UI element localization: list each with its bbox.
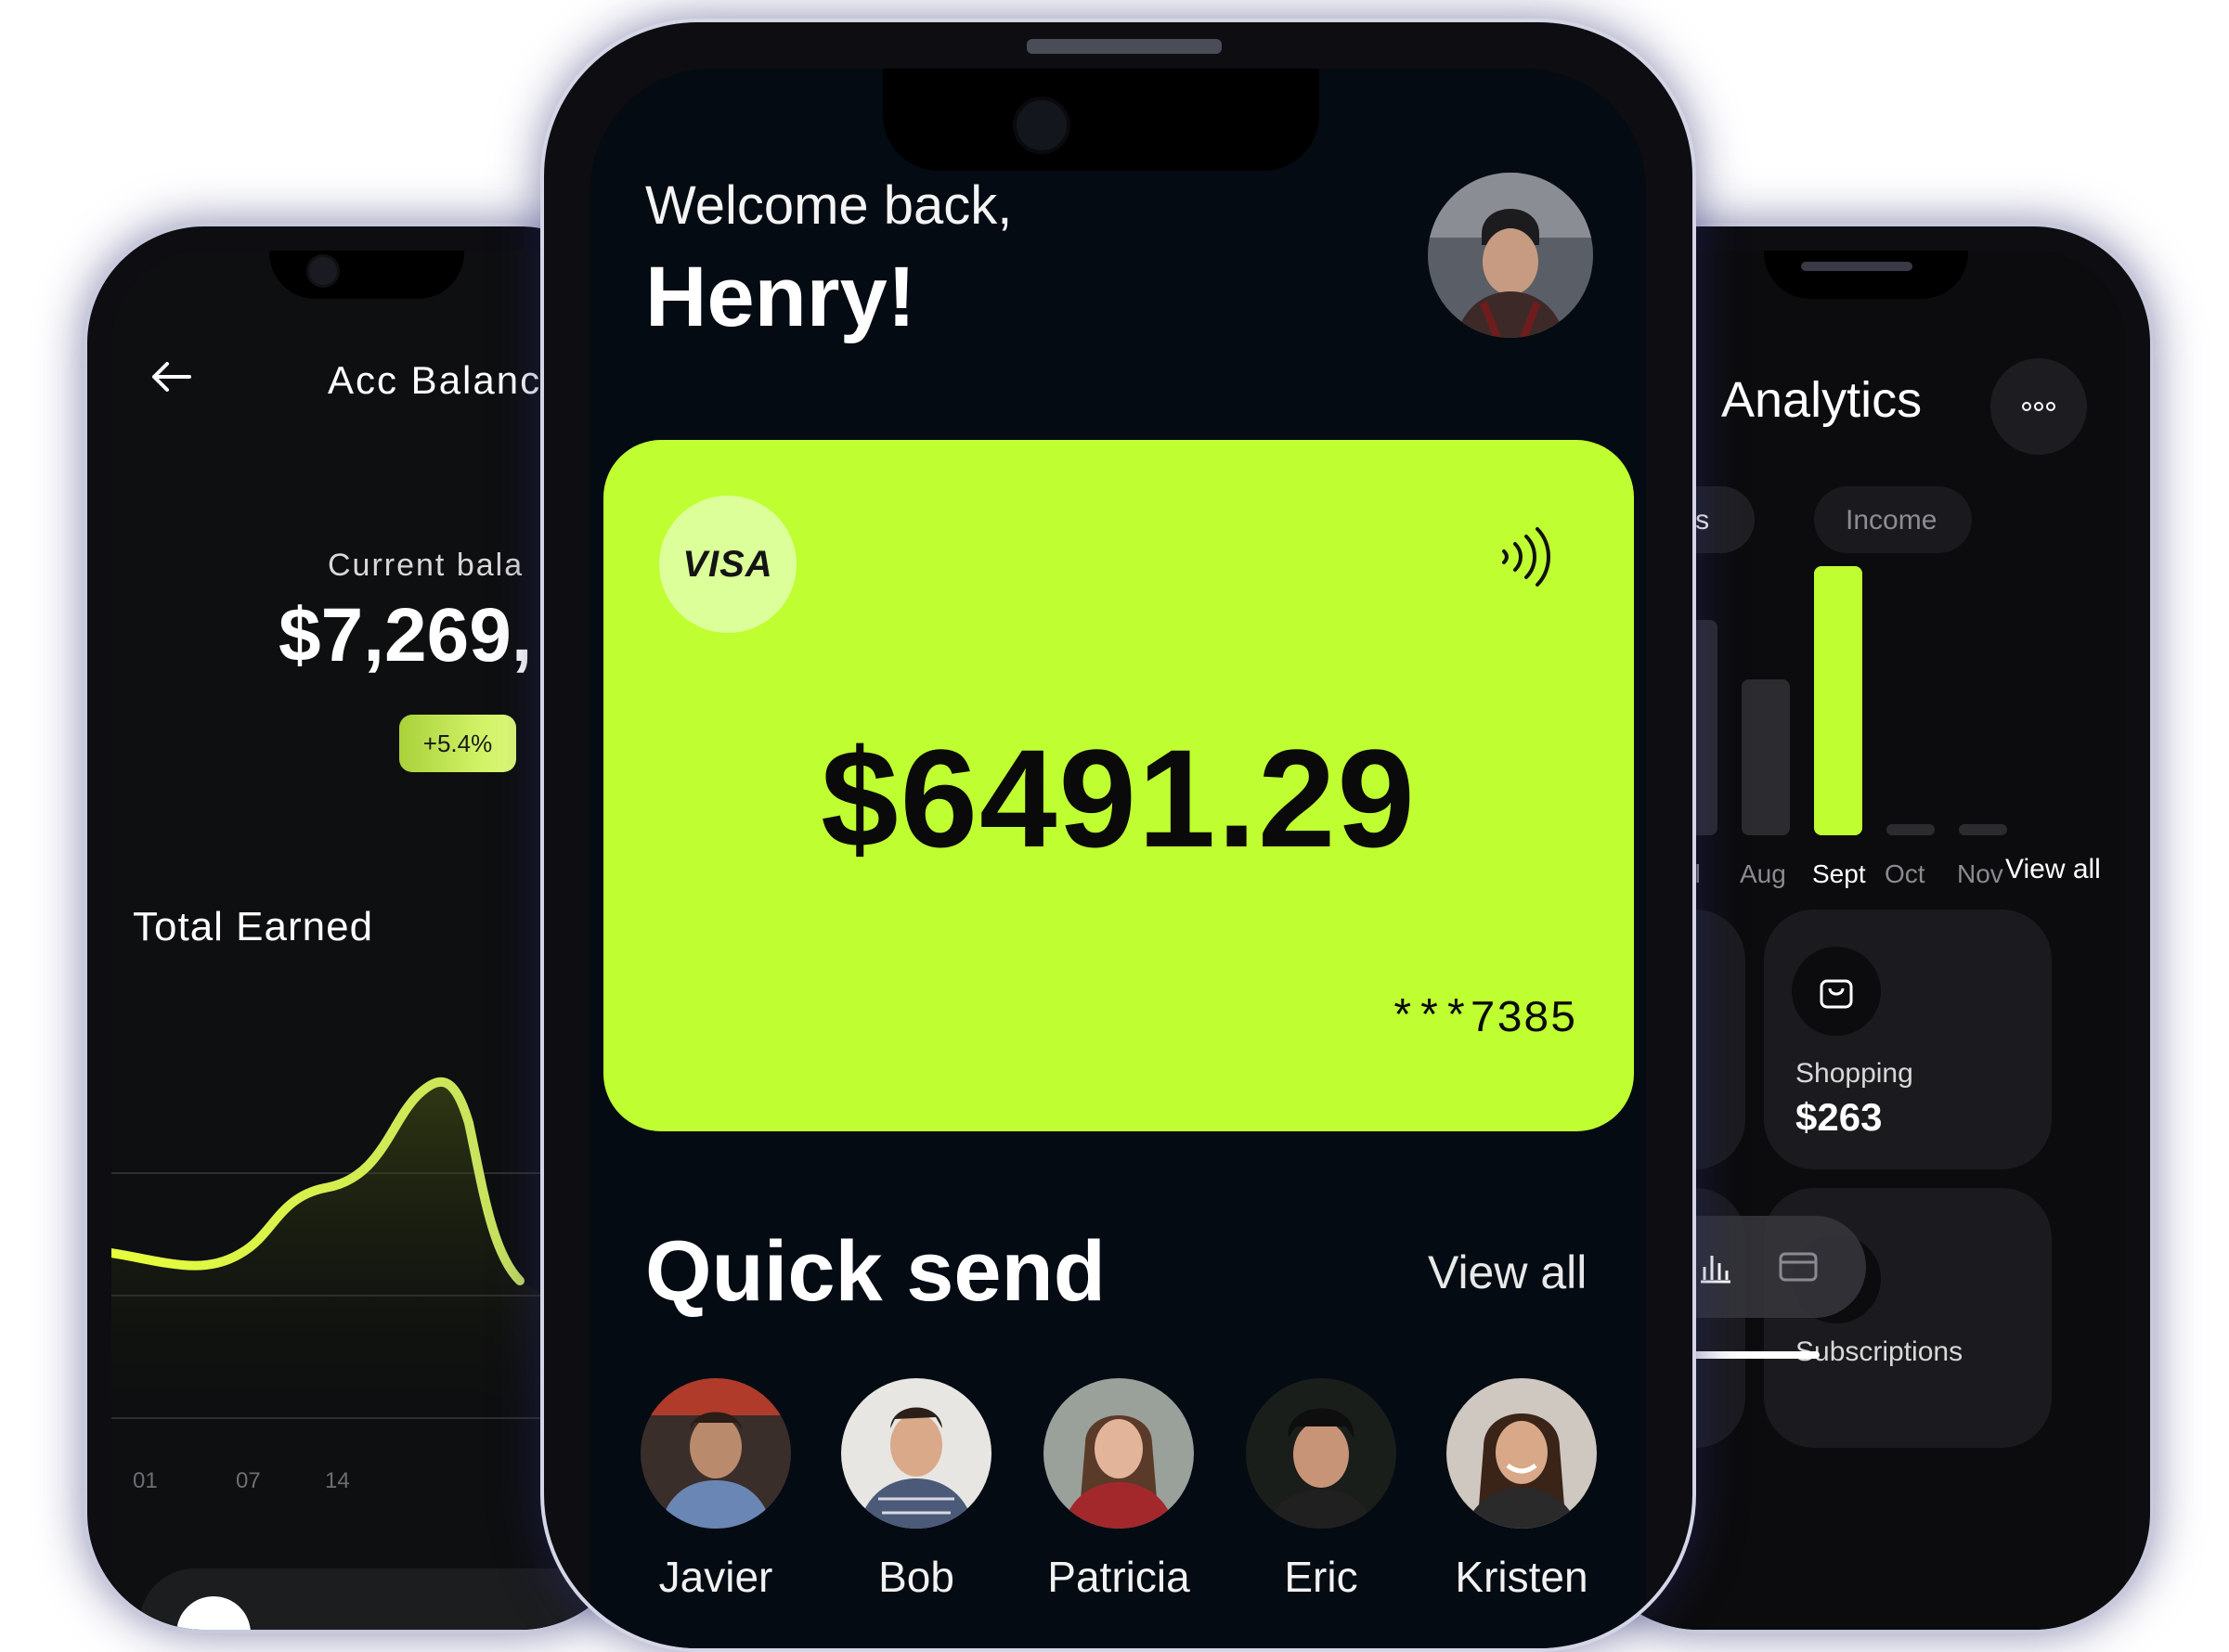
contact-avatar-patricia[interactable] — [1043, 1378, 1194, 1529]
visa-logo: VISA — [659, 496, 797, 633]
page-title: Acc Balanc — [328, 358, 542, 402]
page-title: Analytics — [1721, 372, 1923, 428]
chart-icon[interactable] — [1697, 1248, 1734, 1285]
card-number: ***7385 — [1389, 995, 1576, 1045]
x-tick: 14 — [325, 1468, 350, 1493]
section-title: Total Earned — [133, 904, 374, 949]
contact-name: Patricia — [1047, 1553, 1190, 1601]
left-notch — [269, 251, 464, 299]
contact-avatar-javier[interactable] — [641, 1378, 791, 1529]
user-name: Henry! — [645, 250, 916, 344]
change-badge: +5.4% — [399, 715, 516, 772]
contact-name: Bob — [878, 1553, 954, 1601]
contact-avatar-kristen[interactable] — [1446, 1378, 1597, 1529]
contactless-icon — [1502, 527, 1550, 587]
category-tile-shopping[interactable]: Shopping $263 — [1764, 910, 2052, 1169]
chart-bar[interactable] — [1886, 824, 1935, 835]
view-all-link[interactable]: View all — [1428, 1245, 1587, 1299]
balance-value: $7,269, — [279, 593, 533, 678]
chart-month-label: Aug — [1740, 859, 1786, 888]
payment-card[interactable]: VISA $6491.29 ***7385 — [603, 440, 1634, 1131]
contact-name: Kristen — [1455, 1553, 1588, 1601]
tab-income[interactable]: Income — [1814, 486, 1972, 553]
slide-control[interactable] — [139, 1568, 613, 1630]
view-all-link[interactable]: View all — [2005, 854, 2101, 885]
left-screen: Acc Balanc Current bala $7,269, +5.4% To… — [111, 251, 613, 1630]
center-notch — [883, 69, 1319, 171]
current-balance-label: Current bala — [328, 548, 525, 583]
subscriptions-label: Subscriptions — [1795, 1336, 1963, 1367]
chart-bar[interactable] — [1742, 679, 1790, 835]
center-speaker — [1027, 39, 1222, 54]
left-camera — [306, 254, 340, 288]
x-tick: 01 — [133, 1468, 158, 1493]
right-speaker — [1801, 262, 1912, 271]
contact-name: Eric — [1284, 1553, 1358, 1601]
slide-handle[interactable] — [176, 1596, 251, 1630]
earnings-area — [111, 1081, 613, 1439]
right-notch — [1764, 251, 1968, 299]
card-balance: $6491.29 — [821, 720, 1417, 876]
tab-label: Income — [1846, 505, 1937, 536]
x-tick: 07 — [236, 1468, 261, 1493]
greeting: Welcome back, — [645, 175, 1013, 236]
card-icon[interactable] — [1778, 1248, 1819, 1285]
shopping-bag-icon — [1792, 947, 1881, 1036]
contact-name: Javier — [658, 1553, 773, 1601]
center-camera — [1013, 97, 1070, 154]
quick-send-title: Quick send — [645, 1224, 1106, 1319]
chart-bar[interactable] — [1814, 566, 1862, 835]
contact-avatar-bob[interactable] — [841, 1378, 991, 1529]
arrow-left-icon[interactable] — [149, 360, 193, 394]
chart-month-label: Sept — [1812, 859, 1866, 888]
shopping-amount: $263 — [1795, 1095, 1883, 1139]
earnings-line-chart — [111, 1077, 613, 1439]
more-dots-icon[interactable] — [1990, 358, 2087, 455]
contact-avatar-eric[interactable] — [1246, 1378, 1396, 1529]
chart-bar[interactable] — [1959, 824, 2007, 835]
chart-month-label: Nov — [1957, 859, 2003, 888]
profile-avatar[interactable] — [1428, 173, 1593, 338]
chart-month-label: Oct — [1885, 859, 1925, 888]
shopping-label: Shopping — [1795, 1058, 1913, 1089]
